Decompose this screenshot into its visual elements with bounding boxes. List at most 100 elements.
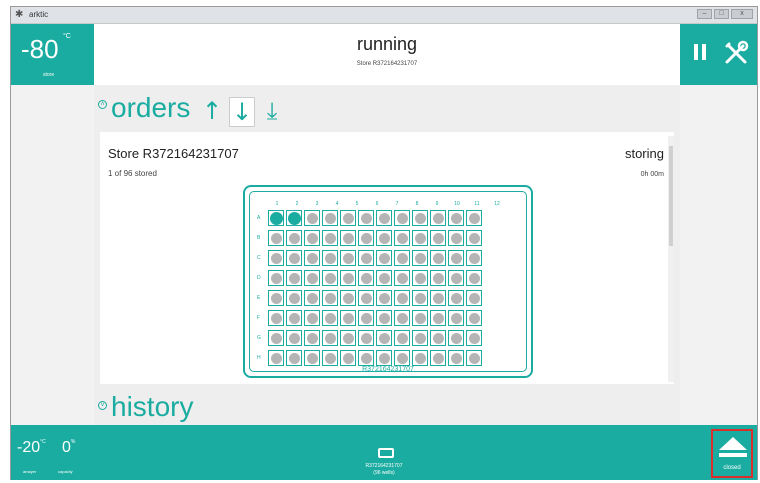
well-b1[interactable] bbox=[268, 230, 284, 246]
well-a2[interactable] bbox=[286, 210, 302, 226]
order-card[interactable]: Store R372164231707 1 of 96 stored stori… bbox=[100, 132, 674, 384]
well-a9[interactable] bbox=[412, 210, 428, 226]
well-g2[interactable] bbox=[286, 330, 302, 346]
well-f11[interactable] bbox=[448, 310, 464, 326]
well-c2[interactable] bbox=[286, 250, 302, 266]
well-e11[interactable] bbox=[448, 290, 464, 306]
orders-scroll-thumb[interactable] bbox=[669, 146, 673, 246]
well-h10[interactable] bbox=[430, 350, 446, 366]
well-c11[interactable] bbox=[448, 250, 464, 266]
history-section-header[interactable]: ˅ history bbox=[98, 391, 678, 425]
well-f8[interactable] bbox=[394, 310, 410, 326]
well-a11[interactable] bbox=[448, 210, 464, 226]
well-e3[interactable] bbox=[304, 290, 320, 306]
well-c8[interactable] bbox=[394, 250, 410, 266]
well-d6[interactable] bbox=[358, 270, 374, 286]
well-f12[interactable] bbox=[466, 310, 482, 326]
well-a8[interactable] bbox=[394, 210, 410, 226]
well-a5[interactable] bbox=[340, 210, 356, 226]
well-d10[interactable] bbox=[430, 270, 446, 286]
well-b4[interactable] bbox=[322, 230, 338, 246]
well-b8[interactable] bbox=[394, 230, 410, 246]
well-g6[interactable] bbox=[358, 330, 374, 346]
well-e9[interactable] bbox=[412, 290, 428, 306]
well-c9[interactable] bbox=[412, 250, 428, 266]
well-e6[interactable] bbox=[358, 290, 374, 306]
well-h8[interactable] bbox=[394, 350, 410, 366]
well-d4[interactable] bbox=[322, 270, 338, 286]
well-b5[interactable] bbox=[340, 230, 356, 246]
well-a1[interactable] bbox=[268, 210, 284, 226]
well-h6[interactable] bbox=[358, 350, 374, 366]
orders-collapse-toggle[interactable]: ˄ bbox=[98, 100, 107, 109]
move-up-button[interactable]: ↑ bbox=[199, 97, 225, 127]
well-f6[interactable] bbox=[358, 310, 374, 326]
well-g10[interactable] bbox=[430, 330, 446, 346]
well-a3[interactable] bbox=[304, 210, 320, 226]
well-f4[interactable] bbox=[322, 310, 338, 326]
well-f1[interactable] bbox=[268, 310, 284, 326]
well-h12[interactable] bbox=[466, 350, 482, 366]
well-c5[interactable] bbox=[340, 250, 356, 266]
well-e1[interactable] bbox=[268, 290, 284, 306]
well-e4[interactable] bbox=[322, 290, 338, 306]
well-c3[interactable] bbox=[304, 250, 320, 266]
well-b3[interactable] bbox=[304, 230, 320, 246]
well-h7[interactable] bbox=[376, 350, 392, 366]
well-g12[interactable] bbox=[466, 330, 482, 346]
well-d11[interactable] bbox=[448, 270, 464, 286]
well-e12[interactable] bbox=[466, 290, 482, 306]
eject-button[interactable]: closed bbox=[711, 429, 753, 478]
well-e2[interactable] bbox=[286, 290, 302, 306]
well-d5[interactable] bbox=[340, 270, 356, 286]
well-d7[interactable] bbox=[376, 270, 392, 286]
history-collapse-toggle[interactable]: ˅ bbox=[98, 401, 107, 410]
move-down-button[interactable]: ↓ bbox=[229, 97, 255, 127]
well-d3[interactable] bbox=[304, 270, 320, 286]
well-f5[interactable] bbox=[340, 310, 356, 326]
well-c6[interactable] bbox=[358, 250, 374, 266]
well-h3[interactable] bbox=[304, 350, 320, 366]
well-e5[interactable] bbox=[340, 290, 356, 306]
well-b10[interactable] bbox=[430, 230, 446, 246]
orders-scrollbar[interactable] bbox=[668, 136, 674, 382]
well-b6[interactable] bbox=[358, 230, 374, 246]
tools-icon[interactable] bbox=[723, 40, 749, 66]
well-g5[interactable] bbox=[340, 330, 356, 346]
well-f10[interactable] bbox=[430, 310, 446, 326]
well-b11[interactable] bbox=[448, 230, 464, 246]
well-f3[interactable] bbox=[304, 310, 320, 326]
well-g4[interactable] bbox=[322, 330, 338, 346]
well-f2[interactable] bbox=[286, 310, 302, 326]
well-g1[interactable] bbox=[268, 330, 284, 346]
well-a6[interactable] bbox=[358, 210, 374, 226]
well-h1[interactable] bbox=[268, 350, 284, 366]
download-button[interactable]: ⤓ bbox=[259, 97, 285, 127]
well-e7[interactable] bbox=[376, 290, 392, 306]
well-g3[interactable] bbox=[304, 330, 320, 346]
well-e10[interactable] bbox=[430, 290, 446, 306]
well-b9[interactable] bbox=[412, 230, 428, 246]
well-h9[interactable] bbox=[412, 350, 428, 366]
well-d8[interactable] bbox=[394, 270, 410, 286]
well-b7[interactable] bbox=[376, 230, 392, 246]
well-b2[interactable] bbox=[286, 230, 302, 246]
well-h11[interactable] bbox=[448, 350, 464, 366]
well-c7[interactable] bbox=[376, 250, 392, 266]
minimize-button[interactable]: – bbox=[697, 9, 712, 19]
well-c1[interactable] bbox=[268, 250, 284, 266]
well-d9[interactable] bbox=[412, 270, 428, 286]
well-h5[interactable] bbox=[340, 350, 356, 366]
well-h4[interactable] bbox=[322, 350, 338, 366]
well-b12[interactable] bbox=[466, 230, 482, 246]
close-button[interactable]: x bbox=[731, 9, 753, 19]
well-c4[interactable] bbox=[322, 250, 338, 266]
well-d12[interactable] bbox=[466, 270, 482, 286]
well-f9[interactable] bbox=[412, 310, 428, 326]
well-c10[interactable] bbox=[430, 250, 446, 266]
well-f7[interactable] bbox=[376, 310, 392, 326]
well-a10[interactable] bbox=[430, 210, 446, 226]
well-a4[interactable] bbox=[322, 210, 338, 226]
well-g7[interactable] bbox=[376, 330, 392, 346]
well-g8[interactable] bbox=[394, 330, 410, 346]
